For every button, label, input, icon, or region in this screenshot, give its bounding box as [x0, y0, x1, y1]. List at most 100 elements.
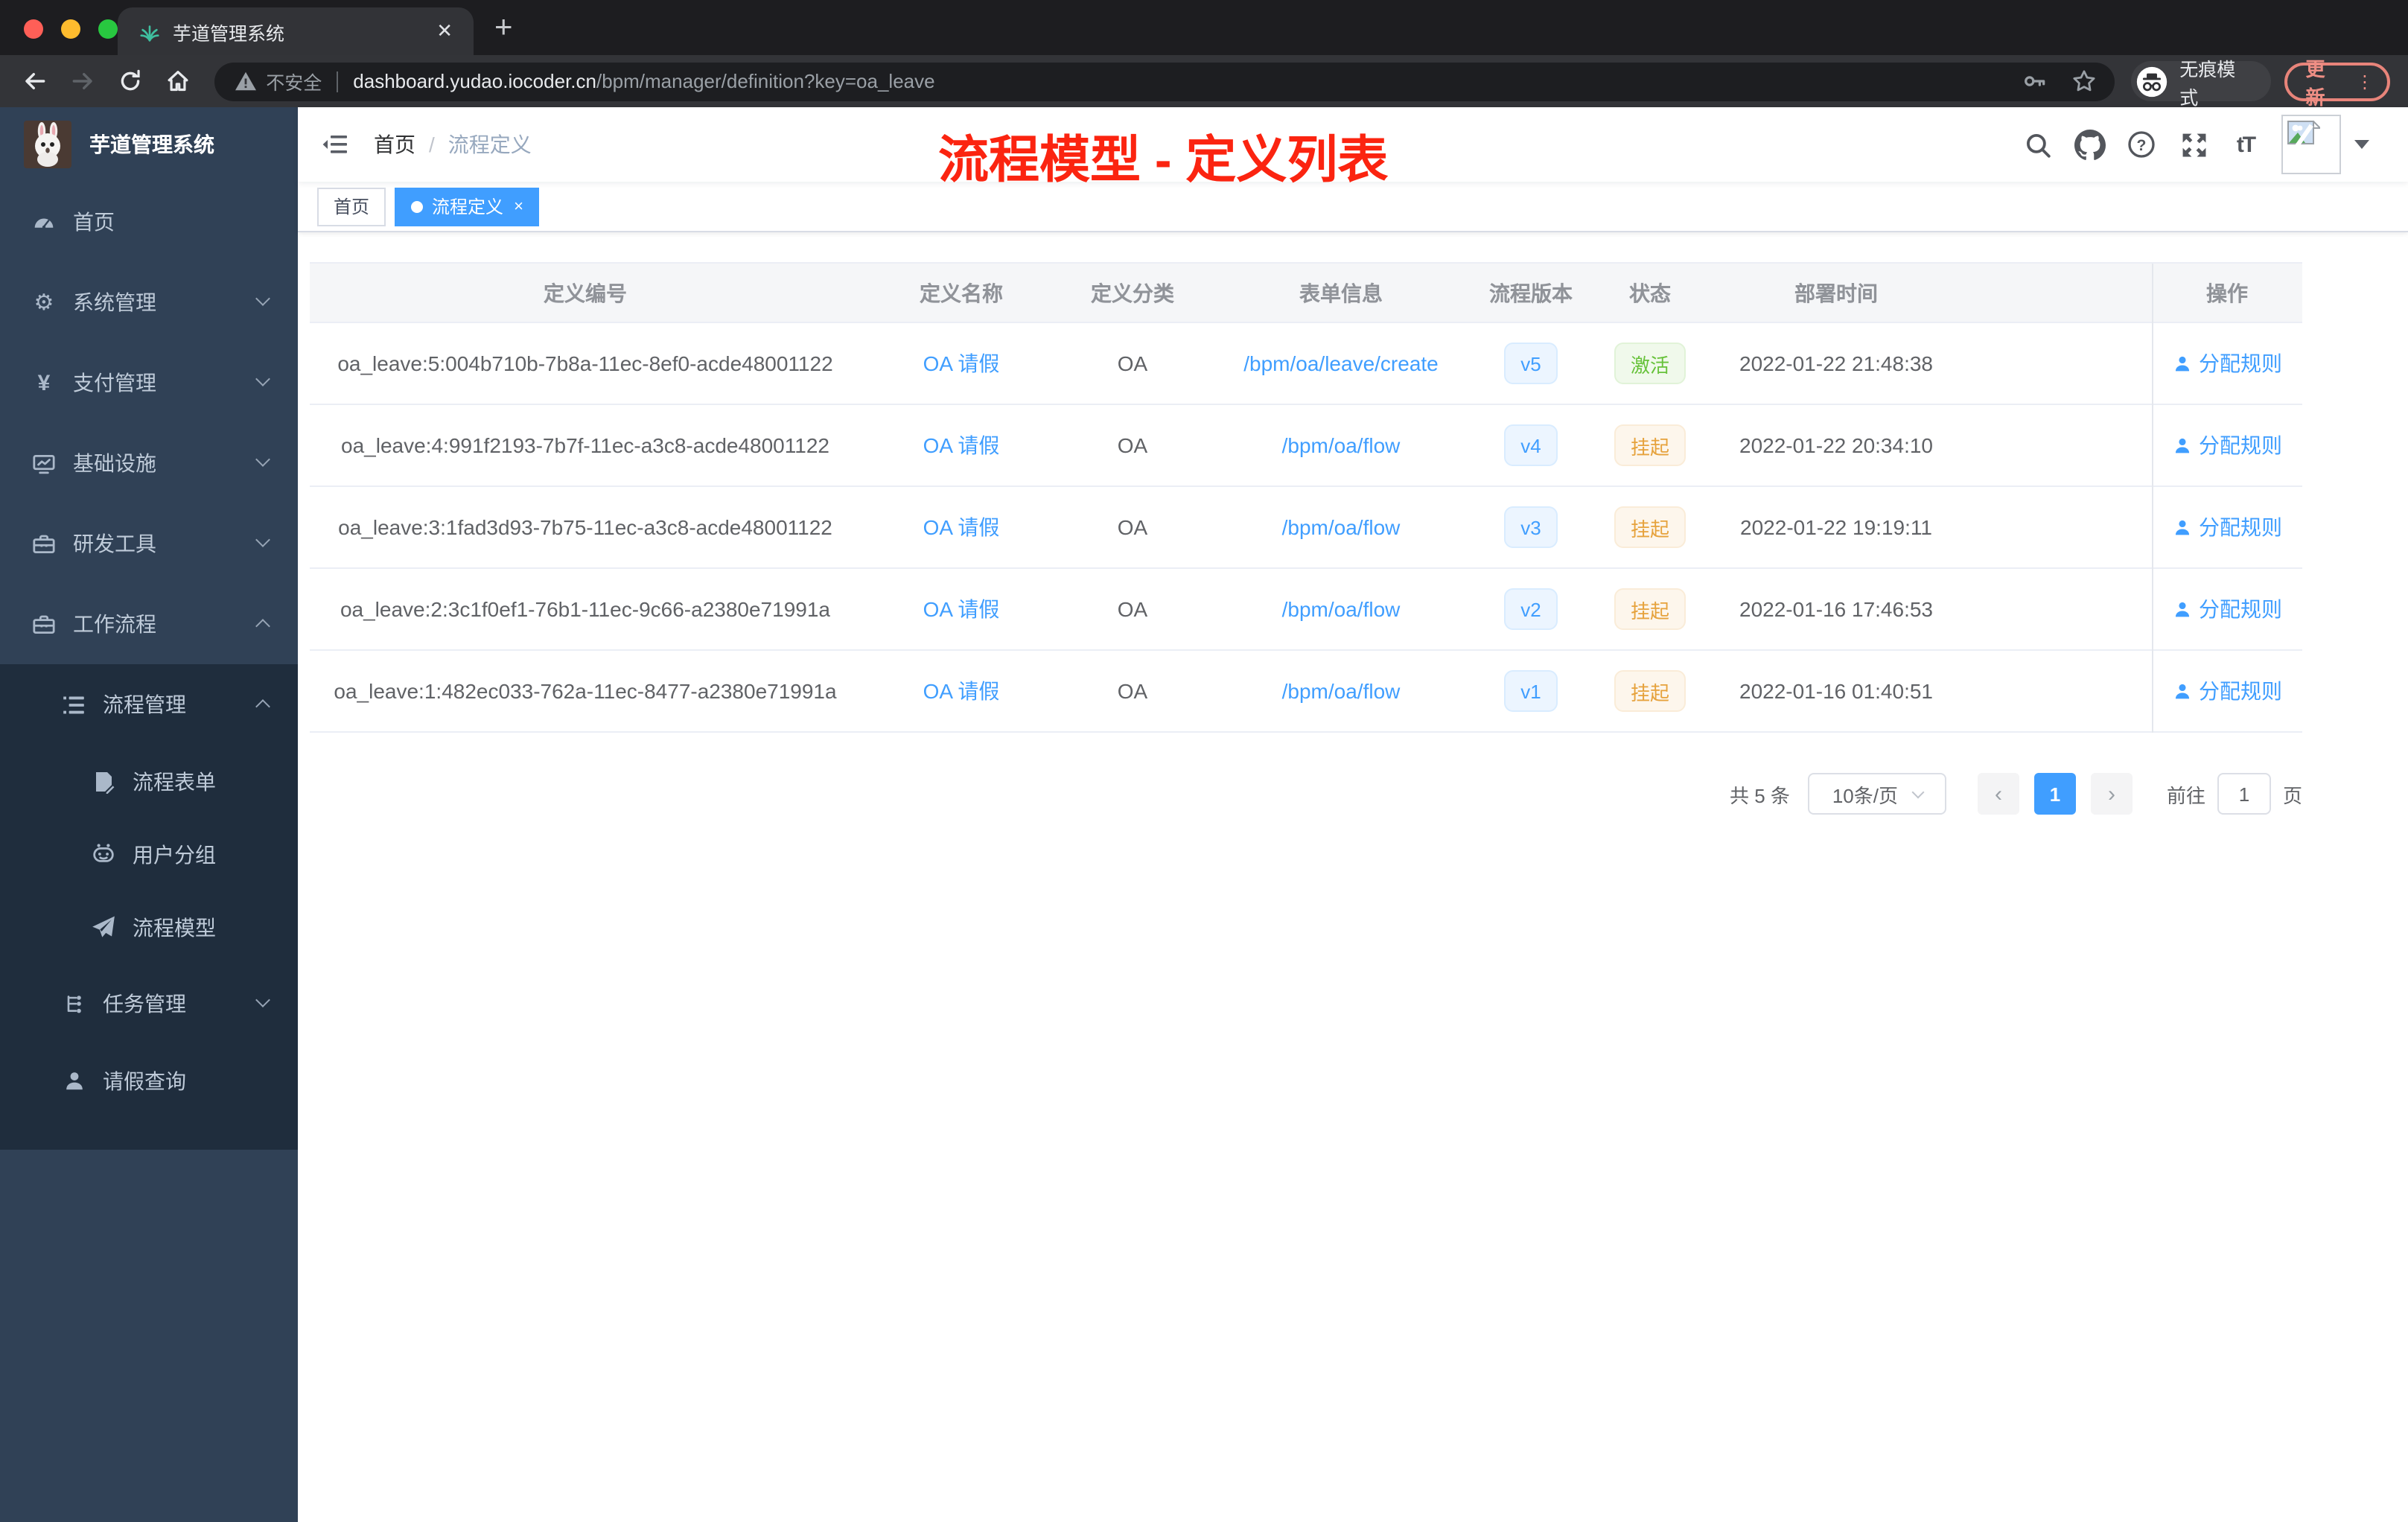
status-badge: 挂起	[1614, 424, 1686, 466]
window-minimize-button[interactable]	[61, 19, 80, 39]
assign-rule-link[interactable]: 分配规则	[2172, 676, 2282, 706]
definition-name-link[interactable]: OA 请假	[923, 433, 1000, 457]
tag-label: 流程定义	[432, 197, 504, 217]
user-icon	[2174, 437, 2189, 453]
sidebar-item-label: 首页	[73, 210, 115, 234]
sidebar-item-devtools[interactable]: 研发工具	[0, 503, 298, 584]
sidebar-item-process-model[interactable]: 流程模型	[0, 891, 298, 964]
sidebar-item-home[interactable]: 首页	[0, 182, 298, 262]
tab-close-icon[interactable]: ✕	[430, 19, 459, 43]
form-link[interactable]: /bpm/oa/flow	[1282, 679, 1401, 703]
sidebar-item-process-management[interactable]: 流程管理	[0, 664, 298, 745]
tag-home[interactable]: 首页	[317, 187, 386, 226]
window-close-button[interactable]	[24, 19, 43, 39]
sidebar-item-process-form[interactable]: 流程表单	[0, 745, 298, 818]
cell-deploy-time: 2022-01-16 01:40:51	[1739, 679, 1933, 703]
definition-name-link[interactable]: OA 请假	[923, 597, 1000, 621]
user-icon	[2174, 683, 2189, 698]
window-zoom-button[interactable]	[98, 19, 118, 39]
security-warning-icon[interactable]	[235, 71, 256, 91]
prev-page-button[interactable]: ‹	[1977, 773, 2019, 815]
update-label[interactable]: 更新	[2305, 53, 2344, 109]
cell-deploy-time: 2022-01-16 17:46:53	[1739, 597, 1933, 621]
assign-rule-link[interactable]: 分配规则	[2172, 512, 2282, 542]
new-tab-button[interactable]: +	[494, 7, 513, 49]
chrome-update-button[interactable]: 更新 ⋮	[2284, 57, 2391, 108]
version-badge: v4	[1504, 424, 1558, 466]
status-badge: 挂起	[1614, 670, 1686, 712]
key-icon[interactable]	[2022, 69, 2047, 94]
page-unit-label: 页	[2282, 784, 2302, 806]
sidebar-item-system[interactable]: ⚙ 系统管理	[0, 262, 298, 343]
tree-icon	[61, 991, 86, 1016]
monitor-icon	[31, 450, 57, 476]
sidebar-item-label: 支付管理	[73, 371, 156, 395]
main-area: 首页 / 流程定义 流程模型 - 定义列表 ? tT 首页 流程定义 × 定义编…	[298, 107, 2408, 1522]
back-icon[interactable]	[21, 66, 51, 96]
url-host[interactable]: dashboard.yudao.iocoder.cn	[353, 70, 596, 92]
page-size-select[interactable]: 10条/页	[1807, 773, 1946, 815]
sidebar-item-label: 研发工具	[73, 532, 156, 555]
definition-name-link[interactable]: OA 请假	[923, 679, 1000, 703]
annotation-title: 流程模型 - 定义列表	[938, 133, 1389, 189]
sidebar-item-payment[interactable]: ¥ 支付管理	[0, 343, 298, 423]
browser-menu-dots-icon[interactable]: ⋮	[2356, 71, 2374, 92]
status-badge: 挂起	[1614, 506, 1686, 548]
page-size-value: 10条/页	[1832, 784, 1898, 806]
fixed-column-divider	[2152, 264, 2153, 733]
browser-tab[interactable]: 芋道管理系统 ✕	[118, 7, 474, 55]
form-link[interactable]: /bpm/oa/flow	[1282, 515, 1401, 539]
fullscreen-icon[interactable]	[2177, 128, 2210, 161]
version-badge: v3	[1504, 506, 1558, 548]
hamburger-icon[interactable]	[320, 130, 350, 159]
forward-icon[interactable]	[69, 66, 98, 96]
breadcrumb-home[interactable]: 首页	[374, 130, 415, 159]
address-bar[interactable]: 不安全 dashboard.yudao.iocoder.cn/bpm/manag…	[214, 62, 2115, 101]
search-icon[interactable]	[2021, 128, 2054, 161]
sidebar-item-user-group[interactable]: 用户分组	[0, 818, 298, 891]
sidebar-item-label: 流程管理	[103, 692, 186, 716]
col-header-version: 流程版本	[1489, 281, 1573, 305]
definition-name-link[interactable]: OA 请假	[923, 351, 1000, 375]
avatar-dropdown-caret-icon[interactable]	[2354, 140, 2369, 149]
font-size-icon[interactable]: tT	[2229, 128, 2262, 161]
col-header-time: 部署时间	[1794, 281, 1878, 305]
breadcrumb-separator: /	[429, 133, 435, 156]
bookmark-star-icon[interactable]	[2071, 69, 2096, 94]
sidebar-item-label: 用户分组	[133, 842, 216, 866]
assign-rule-link[interactable]: 分配规则	[2172, 348, 2282, 378]
avatar[interactable]	[2281, 115, 2341, 174]
page-number-current[interactable]: 1	[2033, 773, 2076, 815]
sidebar-logo[interactable]: 芋道管理系统	[0, 107, 298, 182]
home-icon[interactable]	[163, 66, 193, 96]
tag-close-icon[interactable]: ×	[514, 197, 523, 215]
help-icon[interactable]: ?	[2125, 128, 2158, 161]
col-header-actions: 操作	[2206, 281, 2248, 305]
security-label[interactable]: 不安全	[266, 67, 322, 95]
cell-deploy-time: 2022-01-22 20:34:10	[1739, 433, 1933, 457]
form-edit-icon	[91, 768, 116, 794]
github-icon[interactable]	[2073, 128, 2106, 161]
sidebar-item-task-management[interactable]: 任务管理	[0, 964, 298, 1044]
reload-icon[interactable]	[116, 66, 146, 96]
assign-rule-link[interactable]: 分配规则	[2172, 430, 2282, 460]
tag-process-definition[interactable]: 流程定义 ×	[395, 187, 540, 226]
cell-category: OA	[1117, 351, 1148, 375]
assign-rule-link[interactable]: 分配规则	[2172, 594, 2282, 624]
url-path[interactable]: /bpm/manager/definition?key=oa_leave	[596, 70, 935, 92]
sidebar-item-workflow[interactable]: 工作流程	[0, 584, 298, 664]
cell-definition-id: oa_leave:2:3c1f0ef1-76b1-11ec-9c66-a2380…	[340, 597, 830, 621]
next-page-button[interactable]: ›	[2090, 773, 2133, 815]
goto-page-input[interactable]	[2217, 773, 2271, 815]
form-link[interactable]: /bpm/oa/leave/create	[1243, 351, 1439, 375]
dashboard-icon	[31, 209, 57, 235]
sidebar-item-leave-query[interactable]: 请假查询	[0, 1044, 298, 1117]
breadcrumb-current: 流程定义	[447, 133, 532, 156]
version-badge: v5	[1504, 343, 1558, 384]
definition-name-link[interactable]: OA 请假	[923, 515, 1000, 539]
workflow-submenu: 流程管理 流程表单 用户分组 流程模型 任务管理 请假查询	[0, 664, 298, 1150]
form-link[interactable]: /bpm/oa/flow	[1282, 597, 1401, 621]
form-link[interactable]: /bpm/oa/flow	[1282, 433, 1401, 457]
macos-traffic-lights[interactable]	[24, 19, 118, 39]
sidebar-item-infrastructure[interactable]: 基础设施	[0, 423, 298, 503]
